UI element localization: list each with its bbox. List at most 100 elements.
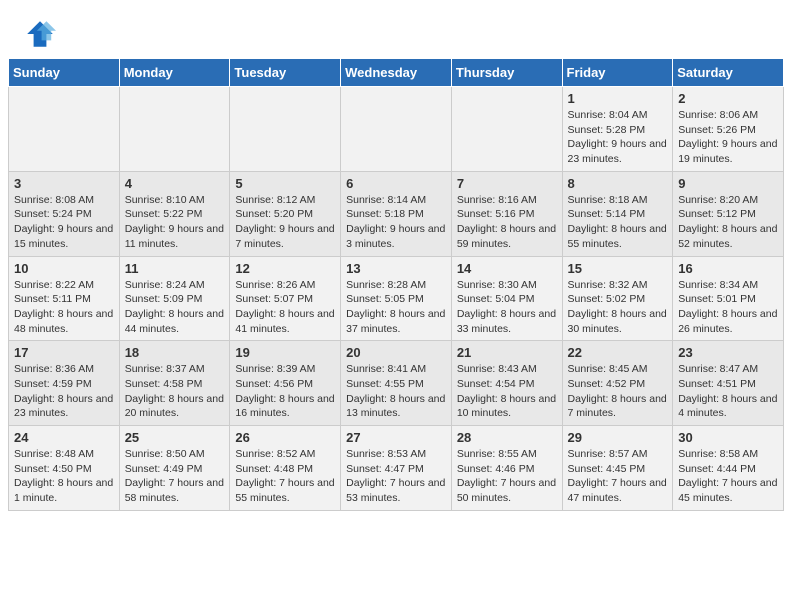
day-number: 4 — [125, 176, 225, 191]
day-cell — [9, 87, 120, 172]
day-cell — [119, 87, 230, 172]
week-row-5: 24 Sunrise: 8:48 AM Sunset: 4:50 PM Dayli… — [9, 426, 784, 511]
day-cell: 18 Sunrise: 8:37 AM Sunset: 4:58 PM Dayli… — [119, 341, 230, 426]
day-cell — [230, 87, 341, 172]
day-cell: 27 Sunrise: 8:53 AM Sunset: 4:47 PM Dayli… — [341, 426, 452, 511]
day-info: Sunrise: 8:45 AM Sunset: 4:52 PM Dayligh… — [568, 362, 668, 421]
day-info: Sunrise: 8:18 AM Sunset: 5:14 PM Dayligh… — [568, 193, 668, 252]
day-info: Sunrise: 8:10 AM Sunset: 5:22 PM Dayligh… — [125, 193, 225, 252]
day-cell: 15 Sunrise: 8:32 AM Sunset: 5:02 PM Dayli… — [562, 256, 673, 341]
calendar-header: SundayMondayTuesdayWednesdayThursdayFrid… — [9, 59, 784, 87]
day-cell: 19Sunrise: 8:39 AM Sunset: 4:56 PM Dayli… — [230, 341, 341, 426]
day-info: Sunrise: 8:14 AM Sunset: 5:18 PM Dayligh… — [346, 193, 446, 252]
header-day-tuesday: Tuesday — [230, 59, 341, 87]
day-number: 28 — [457, 430, 557, 445]
day-info: Sunrise: 8:12 AM Sunset: 5:20 PM Dayligh… — [235, 193, 335, 252]
day-cell — [451, 87, 562, 172]
day-number: 5 — [235, 176, 335, 191]
day-cell: 26Sunrise: 8:52 AM Sunset: 4:48 PM Dayli… — [230, 426, 341, 511]
day-cell: 3 Sunrise: 8:08 AM Sunset: 5:24 PM Daylig… — [9, 171, 120, 256]
day-number: 3 — [14, 176, 114, 191]
day-number: 1 — [568, 91, 668, 106]
day-info: Sunrise: 8:57 AM Sunset: 4:45 PM Dayligh… — [568, 447, 668, 506]
header-day-friday: Friday — [562, 59, 673, 87]
day-cell: 16 Sunrise: 8:34 AM Sunset: 5:01 PM Dayli… — [673, 256, 784, 341]
day-info: Sunrise: 8:43 AM Sunset: 4:54 PM Dayligh… — [457, 362, 557, 421]
day-info: Sunrise: 8:50 AM Sunset: 4:49 PM Dayligh… — [125, 447, 225, 506]
week-row-1: 1 Sunrise: 8:04 AM Sunset: 5:28 PM Daylig… — [9, 87, 784, 172]
day-number: 29 — [568, 430, 668, 445]
day-number: 12 — [235, 261, 335, 276]
day-number: 2 — [678, 91, 778, 106]
day-info: Sunrise: 8:34 AM Sunset: 5:01 PM Dayligh… — [678, 278, 778, 337]
day-cell: 29 Sunrise: 8:57 AM Sunset: 4:45 PM Dayli… — [562, 426, 673, 511]
week-row-3: 10 Sunrise: 8:22 AM Sunset: 5:11 PM Dayli… — [9, 256, 784, 341]
header-day-wednesday: Wednesday — [341, 59, 452, 87]
day-number: 7 — [457, 176, 557, 191]
day-info: Sunrise: 8:55 AM Sunset: 4:46 PM Dayligh… — [457, 447, 557, 506]
day-number: 6 — [346, 176, 446, 191]
day-info: Sunrise: 8:28 AM Sunset: 5:05 PM Dayligh… — [346, 278, 446, 337]
day-info: Sunrise: 8:36 AM Sunset: 4:59 PM Dayligh… — [14, 362, 114, 421]
day-info: Sunrise: 8:37 AM Sunset: 4:58 PM Dayligh… — [125, 362, 225, 421]
day-cell: 14Sunrise: 8:30 AM Sunset: 5:04 PM Dayli… — [451, 256, 562, 341]
day-number: 18 — [125, 345, 225, 360]
day-info: Sunrise: 8:08 AM Sunset: 5:24 PM Dayligh… — [14, 193, 114, 252]
day-info: Sunrise: 8:22 AM Sunset: 5:11 PM Dayligh… — [14, 278, 114, 337]
day-number: 9 — [678, 176, 778, 191]
day-info: Sunrise: 8:32 AM Sunset: 5:02 PM Dayligh… — [568, 278, 668, 337]
day-info: Sunrise: 8:24 AM Sunset: 5:09 PM Dayligh… — [125, 278, 225, 337]
header-day-monday: Monday — [119, 59, 230, 87]
header-row: SundayMondayTuesdayWednesdayThursdayFrid… — [9, 59, 784, 87]
calendar-body: 1 Sunrise: 8:04 AM Sunset: 5:28 PM Daylig… — [9, 87, 784, 511]
day-cell: 22Sunrise: 8:45 AM Sunset: 4:52 PM Dayli… — [562, 341, 673, 426]
day-cell: 1 Sunrise: 8:04 AM Sunset: 5:28 PM Daylig… — [562, 87, 673, 172]
header-day-thursday: Thursday — [451, 59, 562, 87]
day-info: Sunrise: 8:52 AM Sunset: 4:48 PM Dayligh… — [235, 447, 335, 506]
day-cell: 13 Sunrise: 8:28 AM Sunset: 5:05 PM Dayli… — [341, 256, 452, 341]
week-row-4: 17 Sunrise: 8:36 AM Sunset: 4:59 PM Dayli… — [9, 341, 784, 426]
day-info: Sunrise: 8:47 AM Sunset: 4:51 PM Dayligh… — [678, 362, 778, 421]
logo-icon — [24, 18, 56, 50]
day-info: Sunrise: 8:53 AM Sunset: 4:47 PM Dayligh… — [346, 447, 446, 506]
day-number: 13 — [346, 261, 446, 276]
day-cell: 25 Sunrise: 8:50 AM Sunset: 4:49 PM Dayli… — [119, 426, 230, 511]
day-cell: 4 Sunrise: 8:10 AM Sunset: 5:22 PM Daylig… — [119, 171, 230, 256]
day-number: 17 — [14, 345, 114, 360]
day-cell: 5 Sunrise: 8:12 AM Sunset: 5:20 PM Daylig… — [230, 171, 341, 256]
day-number: 24 — [14, 430, 114, 445]
day-cell: 21 Sunrise: 8:43 AM Sunset: 4:54 PM Dayli… — [451, 341, 562, 426]
day-info: Sunrise: 8:41 AM Sunset: 4:55 PM Dayligh… — [346, 362, 446, 421]
day-cell: 23 Sunrise: 8:47 AM Sunset: 4:51 PM Dayli… — [673, 341, 784, 426]
day-number: 11 — [125, 261, 225, 276]
day-number: 20 — [346, 345, 446, 360]
day-number: 23 — [678, 345, 778, 360]
day-cell: 28 Sunrise: 8:55 AM Sunset: 4:46 PM Dayli… — [451, 426, 562, 511]
day-number: 8 — [568, 176, 668, 191]
day-info: Sunrise: 8:20 AM Sunset: 5:12 PM Dayligh… — [678, 193, 778, 252]
day-info: Sunrise: 8:26 AM Sunset: 5:07 PM Dayligh… — [235, 278, 335, 337]
day-cell: 9 Sunrise: 8:20 AM Sunset: 5:12 PM Daylig… — [673, 171, 784, 256]
page-header — [0, 0, 792, 58]
header-day-saturday: Saturday — [673, 59, 784, 87]
day-number: 16 — [678, 261, 778, 276]
day-info: Sunrise: 8:04 AM Sunset: 5:28 PM Dayligh… — [568, 108, 668, 167]
day-cell: 8 Sunrise: 8:18 AM Sunset: 5:14 PM Daylig… — [562, 171, 673, 256]
day-info: Sunrise: 8:58 AM Sunset: 4:44 PM Dayligh… — [678, 447, 778, 506]
day-number: 10 — [14, 261, 114, 276]
day-info: Sunrise: 8:06 AM Sunset: 5:26 PM Dayligh… — [678, 108, 778, 167]
day-number: 27 — [346, 430, 446, 445]
day-info: Sunrise: 8:48 AM Sunset: 4:50 PM Dayligh… — [14, 447, 114, 506]
day-info: Sunrise: 8:30 AM Sunset: 5:04 PM Dayligh… — [457, 278, 557, 337]
day-number: 25 — [125, 430, 225, 445]
day-number: 19 — [235, 345, 335, 360]
day-cell: 7 Sunrise: 8:16 AM Sunset: 5:16 PM Daylig… — [451, 171, 562, 256]
day-number: 15 — [568, 261, 668, 276]
week-row-2: 3 Sunrise: 8:08 AM Sunset: 5:24 PM Daylig… — [9, 171, 784, 256]
day-cell: 10 Sunrise: 8:22 AM Sunset: 5:11 PM Dayli… — [9, 256, 120, 341]
day-number: 30 — [678, 430, 778, 445]
header-day-sunday: Sunday — [9, 59, 120, 87]
day-info: Sunrise: 8:16 AM Sunset: 5:16 PM Dayligh… — [457, 193, 557, 252]
day-cell: 20 Sunrise: 8:41 AM Sunset: 4:55 PM Dayli… — [341, 341, 452, 426]
day-number: 21 — [457, 345, 557, 360]
